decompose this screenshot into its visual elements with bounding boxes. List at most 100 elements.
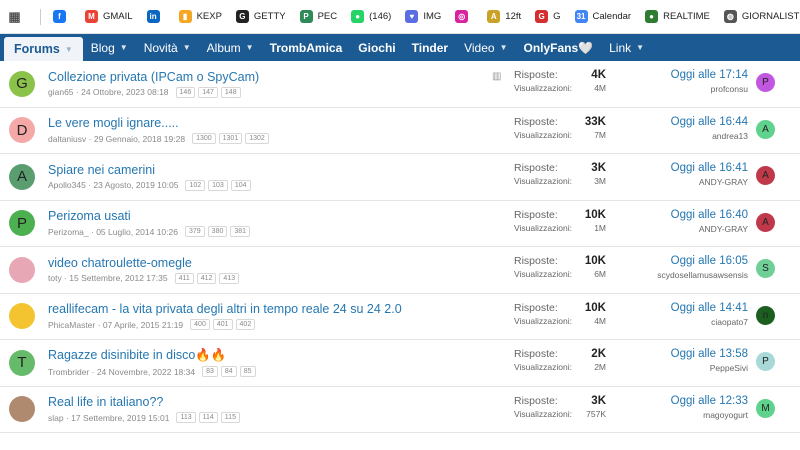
last-post-user-link[interactable]: profconsu (671, 84, 748, 94)
page-link[interactable]: 103 (208, 179, 228, 191)
page-link[interactable]: 380 (207, 226, 228, 238)
thread-author-link[interactable]: Apollo345 (48, 180, 86, 190)
avatar[interactable]: P (9, 210, 35, 237)
avatar[interactable]: G (9, 70, 35, 97)
thread-start-date[interactable]: 17 Settembre, 2019 15:01 (71, 413, 169, 423)
page-link[interactable]: 400 (190, 319, 210, 331)
page-link[interactable]: 148 (220, 86, 241, 98)
last-post-date-link[interactable]: Oggi alle 13:58 (671, 348, 748, 360)
bookmark-pec[interactable]: P PEC (299, 10, 337, 23)
avatar[interactable] (9, 303, 35, 330)
page-link[interactable]: 83 (202, 366, 218, 378)
last-post-user-link[interactable]: ciaopato7 (671, 317, 748, 327)
thread-author-link[interactable]: Perizoma_ (48, 227, 89, 237)
bookmark-g[interactable]: GG (535, 10, 561, 23)
page-link[interactable]: 147 (198, 86, 218, 98)
last-post-user-link[interactable]: scydosellamusawsensis (657, 270, 748, 280)
nav-item-forums[interactable]: Forums ▼ (4, 37, 83, 61)
thread-start-date[interactable]: 07 Aprile, 2015 21:19 (103, 320, 183, 330)
last-poster-avatar[interactable]: A (756, 212, 775, 232)
last-poster-avatar[interactable]: n (756, 305, 775, 325)
bookmark-apps-grid[interactable]: ▦ (8, 9, 26, 24)
thread-author-link[interactable]: toty (48, 273, 62, 283)
last-post-date-link[interactable]: Oggi alle 16:44 (671, 116, 748, 128)
thread-start-date[interactable]: 24 Ottobre, 2023 08:18 (81, 87, 168, 97)
bar-chart-icon[interactable]: ▥ (492, 71, 501, 82)
page-link[interactable]: 401 (212, 319, 233, 331)
thread-author-link[interactable]: PhicaMaster (48, 320, 95, 330)
bookmark-giornalisti[interactable]: ◍ GIORNALISTI (723, 10, 800, 23)
nav-item-tinder[interactable]: Tinder (404, 34, 456, 61)
nav-item-album[interactable]: Album ▼ (199, 34, 262, 61)
last-poster-avatar[interactable]: P (756, 73, 775, 92)
bookmark-getty[interactable]: G GETTY (235, 10, 286, 23)
bookmark-facebook[interactable]: f (53, 10, 71, 23)
page-link[interactable]: 1300 (192, 133, 216, 145)
thread-title-link[interactable]: Collezione privata (IPCam o SpyCam) (48, 70, 488, 84)
last-poster-avatar[interactable]: A (756, 166, 775, 185)
chevron-down-icon[interactable]: ▼ (120, 43, 128, 52)
thread-title-link[interactable]: Le vere mogli ignare..... (48, 116, 488, 130)
bookmark-gmail[interactable]: M GMAIL (85, 10, 133, 23)
bookmark-linkedin[interactable]: in (146, 10, 165, 23)
thread-title-link[interactable]: Ragazze disinibite in disco🔥🔥 (48, 348, 488, 363)
nav-item-link[interactable]: Link ▼ (601, 34, 652, 61)
page-link[interactable]: 114 (198, 412, 218, 424)
thread-author-link[interactable]: daltaniusv (48, 134, 86, 144)
chevron-down-icon[interactable]: ▼ (636, 43, 644, 52)
nav-item-onlyfans[interactable]: OnlyFans🤍 (515, 34, 601, 61)
last-poster-avatar[interactable]: A (756, 119, 775, 139)
bookmark-calendar[interactable]: 31 Calendar (574, 10, 631, 23)
thread-title-link[interactable]: Perizoma usati (48, 209, 488, 223)
thread-author-link[interactable]: gian65 (48, 87, 74, 97)
last-post-date-link[interactable]: Oggi alle 17:14 (671, 69, 748, 81)
avatar[interactable] (9, 396, 35, 423)
thread-start-date[interactable]: 24 Novembre, 2022 18:34 (97, 367, 195, 377)
chevron-down-icon[interactable]: ▼ (246, 43, 254, 52)
page-link[interactable]: 411 (174, 272, 194, 284)
chevron-down-icon[interactable]: ▼ (65, 45, 73, 54)
last-post-user-link[interactable]: PeppeSivi (671, 363, 748, 373)
last-post-date-link[interactable]: Oggi alle 12:33 (671, 395, 748, 407)
page-link[interactable]: 115 (220, 412, 240, 424)
thread-start-date[interactable]: 23 Agosto, 2019 10:05 (93, 180, 178, 190)
page-link[interactable]: 102 (185, 179, 206, 191)
thread-author-link[interactable]: slap (48, 413, 64, 423)
last-post-date-link[interactable]: Oggi alle 16:40 (671, 209, 748, 221)
last-post-date-link[interactable]: Oggi alle 16:41 (671, 162, 748, 174)
thread-title-link[interactable]: Real life in italiano?? (48, 395, 488, 409)
thread-title-link[interactable]: reallifecam - la vita privata degli altr… (48, 302, 488, 316)
last-post-user-link[interactable]: andrea13 (671, 131, 748, 141)
thread-start-date[interactable]: 29 Gennaio, 2018 19:28 (94, 134, 185, 144)
last-post-user-link[interactable]: magoyogurt (671, 410, 748, 420)
page-link[interactable]: 146 (175, 86, 196, 98)
last-poster-avatar[interactable]: S (756, 259, 775, 278)
page-link[interactable]: 381 (230, 226, 251, 238)
thread-start-date[interactable]: 15 Settembre, 2012 17:35 (69, 273, 167, 283)
nav-item-giochi[interactable]: Giochi (350, 34, 403, 61)
chevron-down-icon[interactable]: ▼ (500, 43, 508, 52)
avatar[interactable]: T (9, 349, 35, 376)
page-link[interactable]: 402 (235, 319, 256, 331)
bookmark-img[interactable]: ♥ IMG (405, 10, 441, 23)
avatar[interactable]: A (9, 163, 35, 190)
nav-item-blog[interactable]: Blog ▼ (83, 34, 136, 61)
last-poster-avatar[interactable]: M (756, 398, 775, 418)
page-link[interactable]: 85 (239, 366, 256, 378)
thread-title-link[interactable]: video chatroulette-omegle (48, 256, 488, 270)
page-link[interactable]: 412 (196, 272, 217, 284)
avatar[interactable] (9, 256, 35, 283)
page-link[interactable]: 413 (219, 272, 240, 284)
avatar[interactable]: D (9, 117, 35, 144)
nav-item-trombamica[interactable]: TrombAmica (262, 34, 351, 61)
thread-title-link[interactable]: Spiare nei camerini (48, 163, 488, 177)
page-link[interactable]: 84 (220, 366, 237, 378)
last-post-date-link[interactable]: Oggi alle 16:05 (657, 255, 748, 267)
last-post-user-link[interactable]: ANDY-GRAY (671, 177, 748, 187)
bookmark-12ft[interactable]: A 12ft (487, 10, 521, 23)
page-link[interactable]: 379 (184, 226, 205, 238)
chevron-down-icon[interactable]: ▼ (183, 43, 191, 52)
page-link[interactable]: 113 (176, 412, 196, 424)
last-poster-avatar[interactable]: P (756, 352, 775, 371)
thread-start-date[interactable]: 05 Luglio, 2014 10:26 (96, 227, 178, 237)
